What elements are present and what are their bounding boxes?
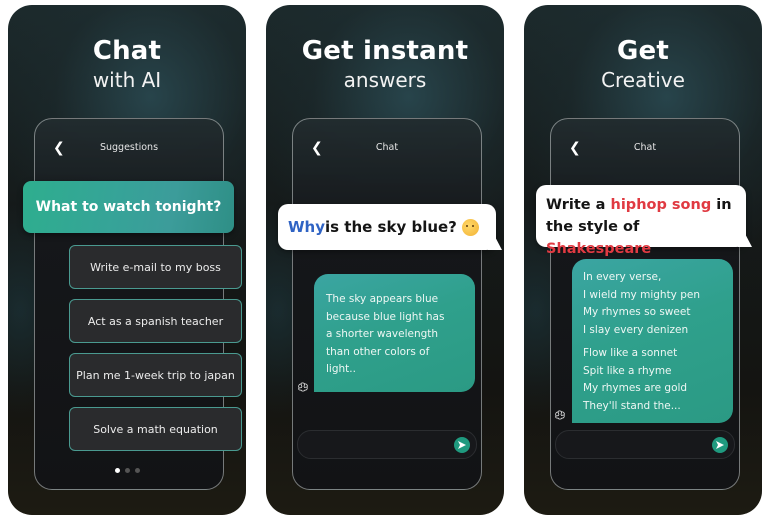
suggestion-button[interactable]: Solve a math equation (69, 407, 242, 451)
message-text: is the sky blue? (325, 218, 457, 236)
promo-panel-get-creative: Get Creative ❮ Chat Write a hiphop song … (524, 5, 762, 515)
send-button[interactable] (454, 437, 470, 453)
ai-message-line: I wield my mighty pen (583, 288, 701, 301)
screen-title: Chat (375, 142, 399, 153)
ai-message-line: They'll stand the... (583, 399, 681, 412)
screen-header: ❮ Suggestions (35, 139, 223, 157)
pagination-dots (8, 468, 246, 474)
ai-message-bubble: In every verse, I wield my mighty pen My… (572, 259, 733, 423)
bubble-tail (738, 235, 752, 247)
page-dot-active[interactable] (114, 468, 120, 473)
thinking-face-icon (461, 218, 479, 236)
send-button[interactable] (712, 437, 728, 453)
featured-prompt-bubble[interactable]: What to watch tonight? (23, 181, 234, 233)
ai-message-line: My rhymes are gold (583, 382, 688, 394)
suggestion-button[interactable]: Write e-mail to my boss (69, 245, 242, 289)
user-message-bubble: Why is the sky blue? (278, 204, 502, 250)
ai-message-line: because blue light has (326, 310, 445, 323)
headline-subtitle: Creative (601, 68, 685, 92)
screen-header: ❮ Chat (293, 139, 481, 157)
brain-icon (555, 410, 565, 420)
suggestion-button[interactable]: Act as a spanish teacher (69, 299, 242, 343)
promo-panel-instant-answers: Get instant answers ❮ Chat Why is the sk… (266, 5, 504, 515)
page-dot[interactable] (134, 468, 140, 473)
headline-subtitle: answers (343, 68, 427, 92)
ai-message-line: The sky appears blue (326, 293, 439, 305)
ai-message-line: than other colors of (326, 345, 430, 358)
headline-title: Get (616, 36, 669, 66)
ai-message-line: My rhymes so sweet (583, 306, 691, 318)
headline-title: Chat (92, 36, 162, 66)
ai-message-bubble: The sky appears blue because blue light … (314, 274, 475, 392)
send-arrow-icon (458, 441, 466, 449)
highlight-text: Why (288, 218, 326, 236)
phone-screen: ❮ Suggestions Write e-mail to my boss Ac… (34, 118, 242, 490)
bubble-tail (488, 238, 502, 250)
message-text: Write a (546, 197, 611, 213)
panel-headline: Chat with AI (8, 35, 246, 93)
screen-title: Suggestions (99, 142, 159, 153)
highlight-text: hiphop song (610, 197, 712, 213)
suggestion-button[interactable]: Plan me 1-week trip to japan (69, 353, 242, 397)
message-input[interactable] (297, 430, 477, 459)
headline-title: Get instant (301, 36, 469, 66)
brain-icon (298, 382, 308, 392)
ai-message-line: Flow like a sonnet (583, 347, 678, 359)
headline-subtitle: with AI (92, 68, 162, 92)
page-dot[interactable] (124, 468, 130, 473)
panel-headline: Get Creative (524, 35, 762, 93)
user-message-bubble: Write a hiphop song in the style of Shak… (536, 185, 752, 257)
ai-message-line: I slay every denizen (583, 323, 689, 336)
highlight-text: Shakespeare (546, 241, 652, 257)
message-input[interactable] (555, 430, 735, 459)
send-arrow-icon (716, 441, 724, 449)
panel-headline: Get instant answers (266, 35, 504, 93)
ai-message-line: Spit like a rhyme (583, 364, 672, 377)
promo-panel-chat-with-ai: Chat with AI ❮ Suggestions Write e-mail … (8, 5, 246, 515)
ai-message-line: a shorter wavelength (326, 328, 439, 340)
screen-header: ❮ Chat (551, 139, 739, 157)
ai-message-line: light.. (326, 363, 356, 375)
ai-message-line: In every verse, (583, 271, 662, 283)
screen-title: Chat (633, 142, 657, 153)
